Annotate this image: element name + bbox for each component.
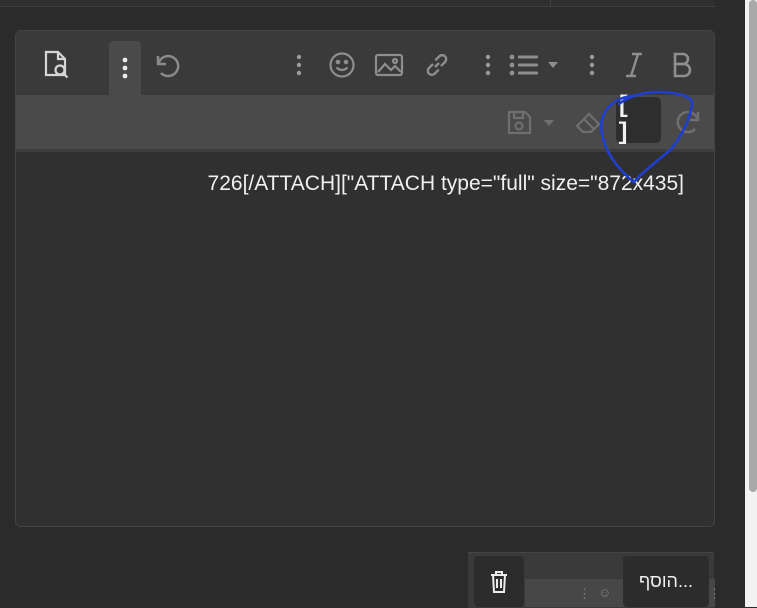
more-icon[interactable] [291,49,307,81]
divider [550,0,551,7]
scrollbar-thumb[interactable] [749,0,757,492]
redo-icon[interactable] [674,105,706,139]
more-icon: ⋮ [578,586,591,601]
editor-toolbar [16,31,714,95]
more-icon[interactable] [584,49,600,81]
save-draft-icon[interactable] [506,105,562,139]
italic-icon[interactable] [620,49,648,81]
delete-button[interactable] [474,556,524,607]
more-options-icon[interactable] [109,41,141,95]
previous-panel-edge [0,0,715,7]
editor-text: 726[/ATTACH]["ATTACH type="full" size="8… [207,172,684,195]
rich-text-editor: [ ] 726[/ATTACH]["ATTACH type="full" siz… [15,30,715,527]
bold-icon[interactable] [668,49,696,81]
link-icon[interactable] [421,49,453,81]
code-bbcode-button[interactable]: [ ] [616,93,661,147]
undo-icon[interactable] [150,49,182,81]
code-icon: [ ] [616,93,635,147]
smiley-icon: ☺ [598,585,612,600]
eraser-icon[interactable] [573,105,605,139]
preview-icon[interactable] [38,49,74,81]
more-icon: ⋮ [708,586,721,601]
more-icon[interactable] [480,49,496,81]
editor-content[interactable]: 726[/ATTACH]["ATTACH type="full" size="8… [16,152,714,216]
editor-toolbar-secondary [16,95,714,152]
add-button[interactable]: הוסף... [623,556,709,607]
smiley-icon[interactable] [326,49,358,81]
add-button-label: הוסף... [639,571,693,591]
list-dropdown-icon[interactable] [508,49,562,81]
image-icon[interactable] [373,49,405,81]
trash-icon [491,570,507,593]
